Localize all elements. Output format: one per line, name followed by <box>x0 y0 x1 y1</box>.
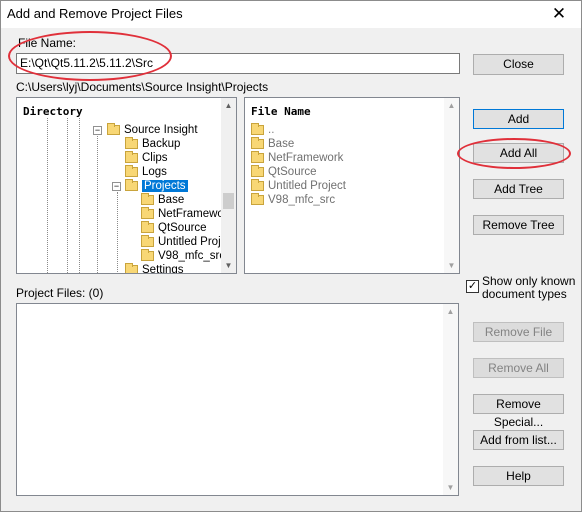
remove-file-button[interactable]: Remove File <box>473 322 564 342</box>
dir-item-label: QtSource <box>158 222 207 234</box>
folder-icon <box>125 263 138 273</box>
dir-item-label: V98_mfc_src <box>158 250 226 262</box>
tree-guide-line <box>79 118 80 273</box>
remove-all-button[interactable]: Remove All <box>473 358 564 378</box>
file-item-untitled-project[interactable]: Untitled Project <box>251 179 346 193</box>
directory-tree[interactable]: Directory − Source Insight Backup Clips … <box>16 97 237 274</box>
file-item-qtsource[interactable]: QtSource <box>251 165 317 179</box>
dir-item-logs[interactable]: Logs <box>125 165 167 179</box>
file-name-label: File Name: <box>18 36 77 50</box>
dir-item-source-insight[interactable]: Source Insight <box>107 123 198 137</box>
folder-icon <box>141 249 154 261</box>
add-button[interactable]: Add <box>473 109 564 129</box>
show-known-types-label-line2: document types <box>482 287 567 301</box>
file-item-netframework[interactable]: NetFramework <box>251 151 343 165</box>
tree-guide-line <box>67 118 68 273</box>
dir-item-label: Settings <box>142 264 184 274</box>
show-known-types-label-line1: Show only known <box>482 274 576 288</box>
file-name-input[interactable]: E:\Qt\Qt5.11.2\5.11.2\Src <box>16 53 460 74</box>
dir-item-label-selected: Projects <box>142 180 188 192</box>
file-item-parent[interactable]: .. <box>251 123 274 137</box>
file-item-label: Untitled Project <box>268 180 346 192</box>
current-path-label: C:\Users\lyj\Documents\Source Insight\Pr… <box>16 80 269 94</box>
folder-icon <box>125 137 138 149</box>
dir-item-label: Backup <box>142 138 181 150</box>
close-window-icon[interactable]: ✕ <box>549 3 569 25</box>
collapse-projects-icon[interactable]: − <box>112 182 121 191</box>
add-remove-project-files-dialog: Add and Remove Project Files ✕ File Name… <box>0 0 582 512</box>
project-files-list[interactable]: ▲ ▼ <box>16 303 459 496</box>
file-item-base[interactable]: Base <box>251 137 294 151</box>
close-button[interactable]: Close <box>473 54 564 75</box>
directory-header: Directory <box>23 105 83 118</box>
dir-item-clips[interactable]: Clips <box>125 151 168 165</box>
folder-icon <box>251 193 264 205</box>
dir-item-label: Clips <box>142 152 168 164</box>
tree-guide-line <box>97 128 98 273</box>
dir-item-backup[interactable]: Backup <box>125 137 180 151</box>
folder-icon <box>107 123 120 135</box>
file-list-scrollbar[interactable]: ▲ ▼ <box>444 98 459 273</box>
file-name-header: File Name <box>251 105 311 118</box>
show-known-types-checkbox[interactable]: ✓ <box>466 280 479 293</box>
scroll-up-icon[interactable]: ▲ <box>444 98 459 113</box>
folder-icon <box>251 151 264 163</box>
folder-icon <box>141 221 154 233</box>
window-title: Add and Remove Project Files <box>7 6 183 21</box>
collapse-source-insight-icon[interactable]: − <box>93 126 102 135</box>
folder-icon <box>141 235 154 247</box>
remove-tree-button[interactable]: Remove Tree <box>473 215 564 235</box>
add-tree-button[interactable]: Add Tree <box>473 179 564 199</box>
project-files-scrollbar[interactable]: ▲ ▼ <box>443 304 458 495</box>
dir-item-v98-mfc-src[interactable]: V98_mfc_src <box>141 249 225 263</box>
file-item-label: .. <box>268 124 275 136</box>
file-item-v98-mfc-src[interactable]: V98_mfc_src <box>251 193 335 207</box>
dir-item-untitled-project[interactable]: Untitled Proje <box>141 235 227 249</box>
help-button[interactable]: Help <box>473 466 564 486</box>
scroll-down-icon[interactable]: ▼ <box>443 480 458 495</box>
scroll-down-icon[interactable]: ▼ <box>221 258 236 273</box>
dir-item-label: NetFramewor <box>158 208 228 220</box>
folder-icon <box>141 193 154 205</box>
folder-icon <box>251 179 264 191</box>
dir-item-label: Untitled Proje <box>158 236 228 248</box>
file-item-label: NetFramework <box>268 152 344 164</box>
dir-item-base[interactable]: Base <box>141 193 184 207</box>
file-list[interactable]: File Name .. Base NetFramework QtSource … <box>244 97 460 274</box>
remove-special-button[interactable]: Remove Special... <box>473 394 564 429</box>
file-name-value: E:\Qt\Qt5.11.2\5.11.2\Src <box>20 56 153 70</box>
project-files-label: Project Files: (0) <box>16 286 104 300</box>
directory-scrollbar[interactable]: ▲ ▼ <box>221 98 236 273</box>
dir-item-netframework[interactable]: NetFramewor <box>141 207 228 221</box>
dir-item-qtsource[interactable]: QtSource <box>141 221 207 235</box>
dir-item-label: Logs <box>142 166 167 178</box>
add-all-button[interactable]: Add All <box>473 143 564 163</box>
dir-item-label: Source Insight <box>124 124 198 136</box>
dir-item-label: Base <box>158 194 185 206</box>
folder-icon <box>251 137 264 149</box>
scroll-down-icon[interactable]: ▼ <box>444 258 459 273</box>
file-item-label: V98_mfc_src <box>268 194 336 206</box>
title-bar: Add and Remove Project Files ✕ <box>1 1 581 28</box>
folder-icon <box>125 165 138 177</box>
file-item-label: QtSource <box>268 166 317 178</box>
parent-folder-icon <box>251 123 264 135</box>
open-folder-icon <box>125 179 138 191</box>
dir-item-projects[interactable]: Projects <box>125 179 188 193</box>
folder-icon <box>141 207 154 219</box>
tree-guide-line <box>47 118 48 273</box>
dir-item-settings[interactable]: Settings <box>125 263 184 274</box>
tree-guide-line <box>117 192 118 272</box>
scroll-up-icon[interactable]: ▲ <box>221 98 236 113</box>
scroll-up-icon[interactable]: ▲ <box>443 304 458 319</box>
folder-icon <box>251 165 264 177</box>
scroll-thumb[interactable] <box>223 193 234 209</box>
folder-icon <box>125 151 138 163</box>
add-from-list-button[interactable]: Add from list... <box>473 430 564 450</box>
file-item-label: Base <box>268 138 295 150</box>
